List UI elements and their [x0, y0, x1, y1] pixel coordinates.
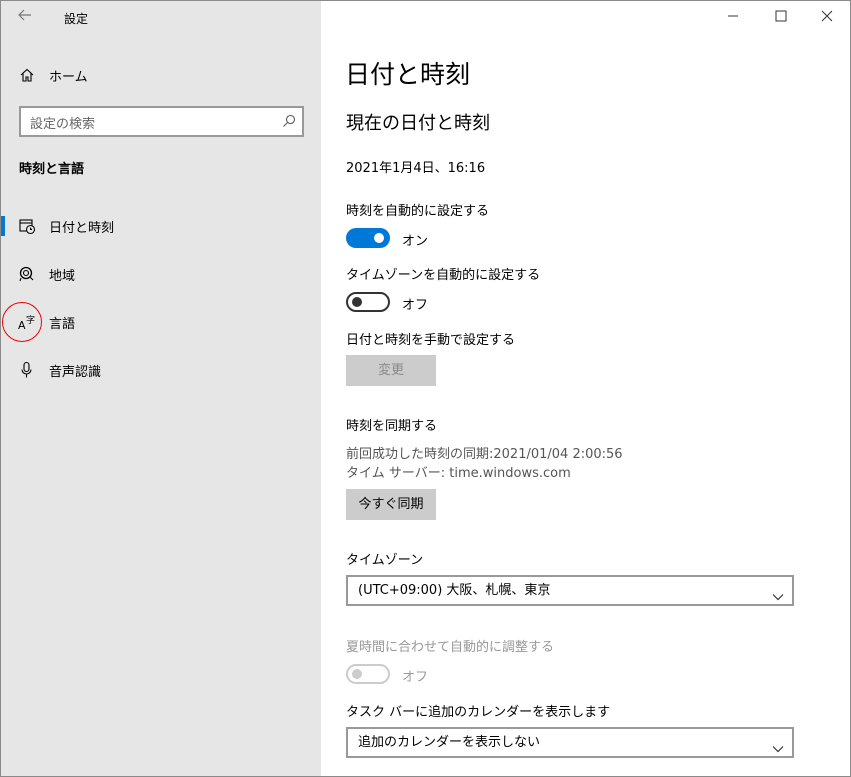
sidebar-item-label: 音声認識 [49, 364, 102, 380]
timezone-label: タイムゾーン [346, 553, 424, 568]
calendar-clock-icon [18, 217, 36, 235]
home-label: ホーム [49, 69, 88, 85]
section-title: 時刻と言語 [19, 162, 85, 177]
time-server-text: タイム サーバー: time.windows.com [346, 466, 571, 481]
search-icon [282, 114, 296, 128]
calendar-select[interactable]: 追加のカレンダーを表示しない [346, 727, 794, 758]
settings-window: 設定 ホーム 設定の検索 時刻と言語 日付と時刻 地域 A 字 言語 音声認識 … [0, 0, 851, 777]
sync-heading: 時刻を同期する [346, 419, 438, 434]
toggle-knob [352, 297, 362, 307]
calendar-label: タスク バーに追加のカレンダーを表示します [346, 705, 611, 720]
page-title: 日付と時刻 [345, 60, 471, 89]
timezone-value: (UTC+09:00) 大阪、札幌、東京 [358, 583, 551, 598]
sidebar-item-speech[interactable]: 音声認識 [1, 350, 321, 390]
sidebar-item-date-time[interactable]: 日付と時刻 [1, 206, 321, 246]
sidebar-item-language[interactable]: A字 言語 [1, 302, 321, 342]
last-sync-text: 前回成功した時刻の同期:2021/01/04 2:00:56 [346, 447, 623, 462]
app-title: 設定 [64, 12, 89, 26]
chevron-down-icon [772, 737, 784, 753]
annotation-circle [2, 302, 42, 342]
timezone-select[interactable]: (UTC+09:00) 大阪、札幌、東京 [346, 575, 794, 606]
sidebar-item-label: 地域 [49, 268, 76, 284]
chevron-down-icon [772, 585, 784, 601]
back-arrow-icon[interactable] [13, 7, 37, 29]
current-datetime: 2021年1月4日、16:16 [346, 161, 486, 176]
auto-time-state: オン [402, 234, 429, 249]
sync-now-button[interactable]: 今すぐ同期 [346, 489, 436, 520]
change-button[interactable]: 変更 [346, 355, 436, 386]
toggle-knob [374, 233, 384, 243]
toggle-knob [352, 669, 362, 679]
main-content: 日付と時刻 現在の日付と時刻 2021年1月4日、16:16 時刻を自動的に設定… [321, 1, 850, 776]
auto-time-toggle[interactable] [346, 228, 390, 248]
auto-timezone-label: タイムゾーンを自動的に設定する [346, 268, 541, 283]
search-input[interactable]: 設定の検索 [19, 106, 304, 137]
active-indicator [1, 216, 5, 236]
home-icon [19, 67, 35, 83]
auto-timezone-state: オフ [402, 298, 429, 313]
auto-time-label: 時刻を自動的に設定する [346, 204, 490, 219]
sidebar: 設定 ホーム 設定の検索 時刻と言語 日付と時刻 地域 A 字 言語 音声認識 [1, 1, 321, 776]
microphone-icon [18, 361, 36, 379]
manual-label: 日付と時刻を手動で設定する [346, 333, 516, 348]
search-placeholder: 設定の検索 [30, 117, 96, 132]
dst-toggle[interactable] [346, 664, 390, 684]
home-link[interactable]: ホーム [19, 65, 88, 85]
auto-timezone-toggle[interactable] [346, 292, 390, 312]
dst-state: オフ [402, 670, 429, 685]
sidebar-item-label: 言語 [49, 316, 76, 332]
globe-icon [18, 265, 36, 283]
sidebar-item-region[interactable]: 地域 [1, 254, 321, 294]
sidebar-item-label: 日付と時刻 [49, 220, 115, 236]
calendar-value: 追加のカレンダーを表示しない [358, 735, 541, 750]
dst-label: 夏時間に合わせて自動的に調整する [346, 640, 555, 655]
section-subtitle: 現在の日付と時刻 [346, 113, 490, 134]
